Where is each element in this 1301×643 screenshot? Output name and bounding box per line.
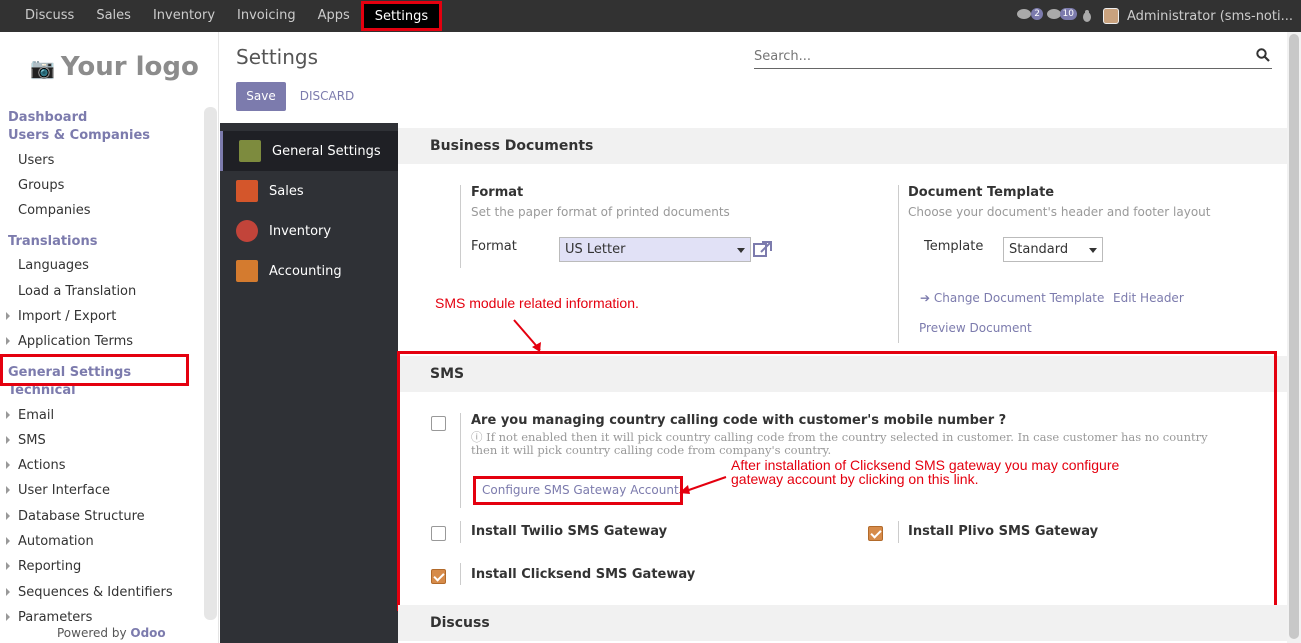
template-field-label: Template: [924, 239, 984, 254]
user-name[interactable]: Administrator (sms-noti...: [1127, 9, 1293, 24]
sidebar-item-email[interactable]: Email: [6, 408, 54, 423]
caret-right-icon: [6, 613, 10, 621]
chevron-down-icon: [1089, 248, 1097, 253]
sidebar-item-groups[interactable]: Groups: [18, 178, 64, 193]
caret-right-icon: [6, 562, 10, 570]
sidebar-item-sequences[interactable]: Sequences & Identifiers: [6, 585, 173, 600]
caret-right-icon: [6, 588, 10, 596]
menu-inventory[interactable]: Inventory: [142, 0, 226, 32]
sidebar-item-actions[interactable]: Actions: [6, 458, 66, 473]
sidebar-dashboard[interactable]: Dashboard: [8, 110, 87, 125]
divider: [898, 185, 899, 343]
menu-apps[interactable]: Apps: [307, 0, 361, 32]
sidebar-item-db-structure[interactable]: Database Structure: [6, 509, 145, 524]
menu-sales[interactable]: Sales: [85, 0, 142, 32]
search-icon[interactable]: [1256, 48, 1270, 62]
general-settings-highlight: [0, 354, 189, 386]
tab-general-settings[interactable]: General Settings: [220, 131, 398, 171]
sidebar-item-reporting[interactable]: Reporting: [6, 559, 81, 574]
menu-discuss[interactable]: Discuss: [14, 0, 85, 32]
avatar[interactable]: [1102, 8, 1119, 24]
section-title: Business Documents: [430, 138, 594, 154]
camera-icon: 📷: [30, 56, 55, 80]
sidebar-item-companies[interactable]: Companies: [18, 203, 91, 218]
odoo-link[interactable]: Odoo: [130, 626, 165, 640]
annotation-arrow-icon: [513, 319, 541, 352]
page-title: Settings: [236, 45, 319, 69]
change-template-link[interactable]: ➔ Change Document Template: [920, 291, 1104, 305]
sidebar-item-users[interactable]: Users: [18, 153, 54, 168]
page-scrollbar[interactable]: [1287, 32, 1301, 643]
search-input[interactable]: [754, 44, 1234, 68]
sms-section-highlight: [397, 351, 1277, 611]
caret-right-icon: [6, 337, 10, 345]
caret-right-icon: [6, 537, 10, 545]
caret-right-icon: [6, 461, 10, 469]
top-navbar: Discuss Sales Inventory Invoicing Apps S…: [0, 0, 1301, 32]
section-business-documents: Business Documents: [398, 128, 1287, 164]
discard-button[interactable]: DISCARD: [286, 82, 368, 111]
messages-badge: 10: [1059, 8, 1077, 20]
caret-right-icon: [6, 512, 10, 520]
menu-settings[interactable]: Settings: [360, 1, 443, 31]
sidebar-item-load-translation[interactable]: Load a Translation: [18, 284, 136, 299]
chat-icon[interactable]: 2: [1016, 8, 1043, 24]
template-help: Choose your document's header and footer…: [908, 205, 1211, 219]
box-icon: [236, 220, 258, 242]
tab-accounting[interactable]: Accounting: [220, 251, 398, 291]
chevron-down-icon: [737, 248, 745, 253]
powered-by: Powered by Odoo: [57, 626, 166, 640]
template-select[interactable]: Standard: [1003, 237, 1103, 262]
section-title: Discuss: [430, 615, 490, 631]
invoice-icon: [236, 260, 258, 282]
company-logo[interactable]: 📷 Your logo: [30, 52, 199, 82]
sidebar-users-companies[interactable]: Users & Companies: [8, 128, 150, 143]
left-sidebar: 📷 Your logo Dashboard Users & Companies U…: [0, 32, 219, 643]
sidebar-item-automation[interactable]: Automation: [6, 534, 94, 549]
menu-invoicing[interactable]: Invoicing: [226, 0, 307, 32]
caret-right-icon: [6, 411, 10, 419]
sidebar-item-sms[interactable]: SMS: [6, 433, 46, 448]
format-help: Set the paper format of printed document…: [471, 205, 730, 219]
chart-line-icon: [236, 180, 258, 202]
bug-icon[interactable]: [1081, 9, 1095, 23]
edit-header-link[interactable]: Edit Header: [1113, 291, 1184, 305]
external-link-icon[interactable]: [753, 240, 773, 258]
preview-document-link[interactable]: Preview Document: [919, 321, 1032, 335]
divider: [460, 185, 461, 268]
caret-right-icon: [6, 486, 10, 494]
template-label: Document Template: [908, 185, 1055, 200]
sidebar-item-parameters[interactable]: Parameters: [6, 610, 92, 625]
save-button[interactable]: Save: [236, 82, 286, 111]
sidebar-scrollbar[interactable]: [204, 107, 217, 620]
sidebar-item-import-export[interactable]: Import / Export: [6, 309, 116, 324]
sidebar-translations[interactable]: Translations: [8, 234, 97, 249]
annotation-sms-module: SMS module related information.: [435, 295, 639, 311]
scrollbar-thumb[interactable]: [1289, 34, 1299, 639]
format-field-label: Format: [471, 239, 517, 254]
caret-right-icon: [6, 436, 10, 444]
chat-badge: 2: [1031, 8, 1043, 20]
caret-right-icon: [6, 312, 10, 320]
main-menu: Discuss Sales Inventory Invoicing Apps S…: [14, 0, 443, 32]
gear-icon: [239, 140, 261, 162]
tab-inventory[interactable]: Inventory: [220, 211, 398, 251]
paper-format-select[interactable]: US Letter: [559, 237, 751, 262]
systray: 2 10 Administrator (sms-noti...: [1016, 0, 1293, 32]
settings-app-nav: General Settings Sales Inventory Account…: [220, 123, 398, 643]
section-discuss: Discuss: [398, 605, 1287, 641]
messages-icon[interactable]: 10: [1046, 8, 1077, 24]
sidebar-item-app-terms[interactable]: Application Terms: [6, 334, 133, 349]
tab-sales[interactable]: Sales: [220, 171, 398, 211]
sidebar-item-languages[interactable]: Languages: [18, 258, 89, 273]
format-label: Format: [471, 185, 524, 200]
search-bar: [754, 44, 1272, 69]
sidebar-item-user-interface[interactable]: User Interface: [6, 483, 110, 498]
